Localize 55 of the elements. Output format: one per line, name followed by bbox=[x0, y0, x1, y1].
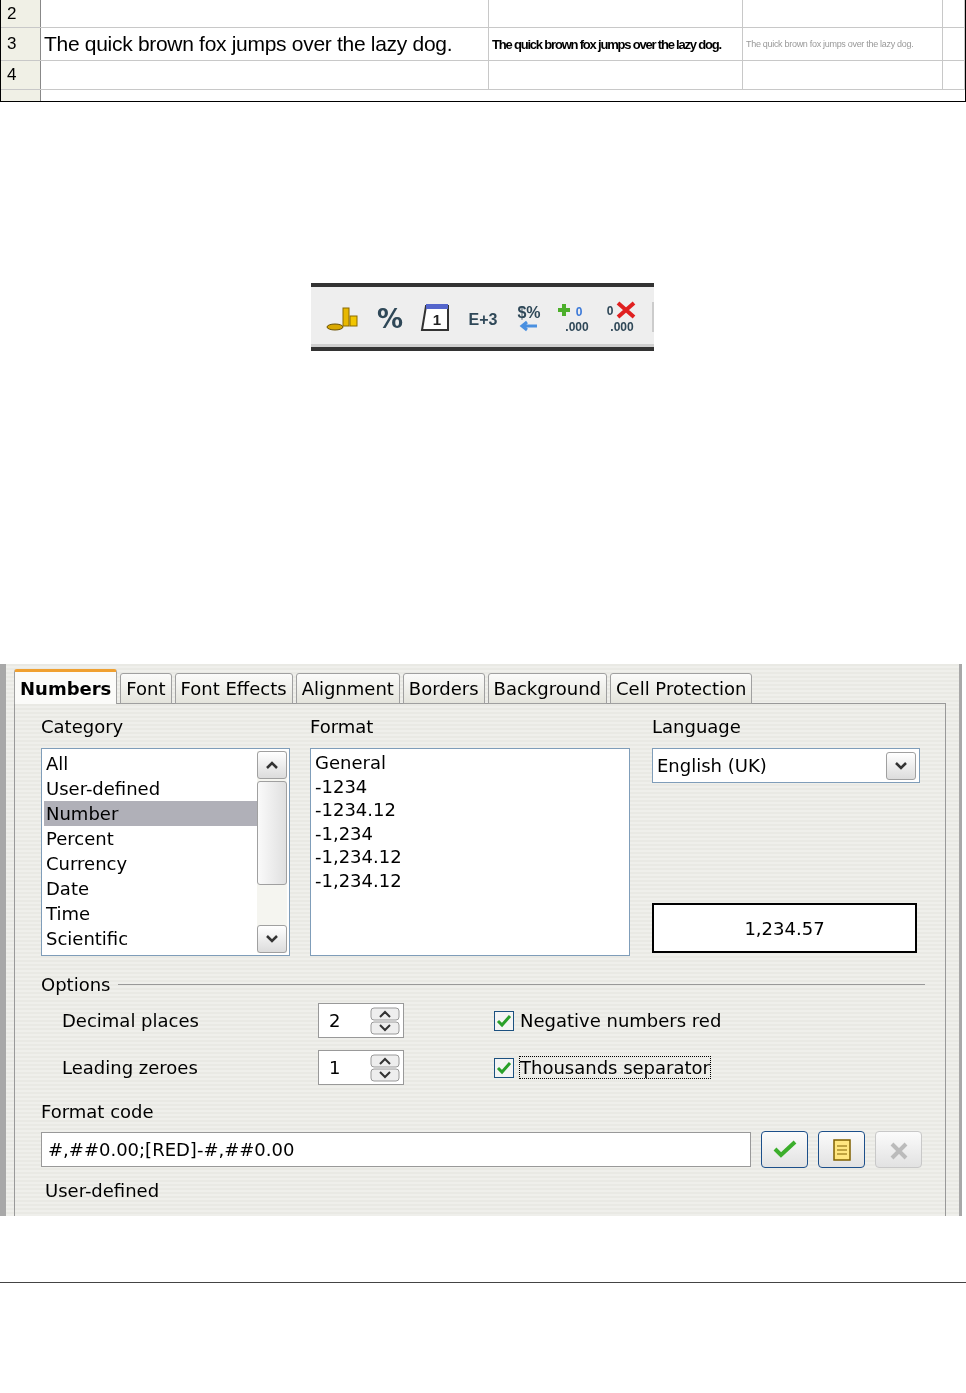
cell-text: The quick brown fox jumps over the lazy dog. bbox=[746, 39, 914, 49]
format-code-field[interactable]: #,##0.00;[RED]-#,##0.00 bbox=[41, 1132, 751, 1167]
format-description: User-defined bbox=[45, 1180, 160, 1201]
format-label: Format bbox=[310, 716, 374, 739]
cell-text: The quick brown fox jumps over the lazy dog. bbox=[44, 32, 453, 56]
list-item[interactable]: -1234 bbox=[313, 774, 627, 798]
up-caret-icon bbox=[265, 760, 279, 770]
list-item[interactable]: Number bbox=[44, 801, 257, 826]
list-item[interactable]: -1234.12 bbox=[313, 798, 627, 822]
category-list[interactable]: All User-defined Number Percent Currency Date Time Scientific bbox=[41, 748, 290, 956]
language-label: Language bbox=[652, 716, 741, 739]
tab[interactable]: Borders bbox=[402, 673, 485, 704]
tab[interactable]: Cell Protection bbox=[610, 673, 753, 704]
row-header[interactable] bbox=[1, 90, 41, 101]
check-button[interactable] bbox=[761, 1131, 808, 1168]
list-item[interactable]: Date bbox=[44, 876, 257, 901]
notepad-button[interactable] bbox=[818, 1131, 865, 1168]
tab[interactable]: Font Effects bbox=[174, 673, 293, 704]
checkbox-label[interactable]: Negative numbers red bbox=[520, 1010, 722, 1031]
down-caret-icon bbox=[894, 760, 908, 771]
tab[interactable]: Numbers bbox=[14, 669, 118, 704]
list-item[interactable]: -1,234.12 bbox=[313, 845, 627, 869]
format-code-label: Format code bbox=[41, 1101, 154, 1124]
number-field[interactable]: 2 bbox=[318, 1003, 404, 1038]
row-header[interactable]: 4 bbox=[1, 61, 41, 89]
options-label: Options bbox=[41, 974, 111, 995]
row-header[interactable]: 2 bbox=[1, 0, 41, 27]
spinner-label: Leading zeroes bbox=[62, 1057, 199, 1078]
checkbox[interactable] bbox=[494, 1010, 514, 1031]
spin-buttons-icon[interactable] bbox=[370, 1006, 400, 1035]
checkbox-label[interactable]: Thousands separator bbox=[520, 1057, 710, 1078]
tab[interactable]: Background bbox=[487, 673, 607, 704]
list-item[interactable]: General bbox=[313, 751, 627, 775]
list-item[interactable]: Time bbox=[44, 901, 257, 926]
checkbox[interactable] bbox=[494, 1057, 514, 1078]
category-label: Category bbox=[41, 716, 124, 739]
number-field[interactable]: 1 bbox=[318, 1050, 404, 1085]
list-item[interactable]: User-defined bbox=[44, 776, 257, 801]
list-item[interactable]: Currency bbox=[44, 851, 257, 876]
spin-buttons-icon[interactable] bbox=[370, 1053, 400, 1082]
down-caret-icon bbox=[265, 934, 279, 944]
language-dropdown[interactable]: English (UK) bbox=[652, 748, 920, 783]
list-item[interactable]: Percent bbox=[44, 826, 257, 851]
row-header[interactable]: 3 bbox=[1, 28, 41, 60]
cell-text: The quick brown fox jumps over the lazy dog. bbox=[492, 36, 721, 52]
preview-box: 1,234.57 bbox=[652, 903, 917, 953]
tab[interactable]: Alignment bbox=[295, 673, 400, 704]
tab[interactable]: Font bbox=[120, 673, 172, 704]
list-item[interactable]: All bbox=[44, 751, 257, 776]
format-list[interactable]: General -1234 -1234.12 -1,234 -1,234.12 -1,234.12 bbox=[310, 748, 630, 956]
list-item[interactable]: Scientific bbox=[44, 926, 257, 951]
scrollbar[interactable] bbox=[257, 751, 287, 953]
list-item[interactable]: -1,234 bbox=[313, 821, 627, 845]
spinner-label: Decimal places bbox=[62, 1010, 200, 1031]
list-item[interactable]: -1,234.12 bbox=[313, 868, 627, 892]
